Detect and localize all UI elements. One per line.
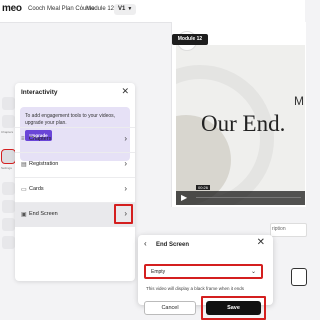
rail-label-settings: Settings [1, 166, 12, 170]
top-bar: meo Cooch Meal Plan Course / Module 12 V… [0, 0, 305, 23]
end-screen-select[interactable]: Empty ⌄ [144, 264, 263, 279]
rail-button-interactivity[interactable] [1, 149, 16, 164]
version-dropdown[interactable]: V1 ▼ [114, 4, 137, 15]
end-screen-title: End Screen [156, 242, 190, 248]
rail-button-6[interactable] [2, 200, 15, 213]
rail-button-7[interactable] [2, 218, 15, 231]
row-label: Chapters [29, 136, 52, 142]
description-field-text: ription [272, 226, 286, 232]
row-chapters[interactable]: ≡ Chapters › [15, 127, 135, 152]
save-button[interactable]: Save [206, 301, 261, 315]
cards-icon: ▭ [21, 187, 27, 193]
close-icon[interactable]: ✕ [121, 86, 129, 97]
video-title-line2: Our End. [201, 111, 286, 136]
row-label: End Screen [29, 211, 58, 217]
end-screen-panel: ‹ End Screen ✕ Empty ⌄ This video will d… [138, 235, 273, 320]
rail-button-8[interactable] [2, 236, 15, 249]
module-chip: Module 12 [172, 34, 208, 45]
help-text: This video will display a black frame wh… [146, 286, 245, 291]
time-badge: 00:26 [196, 185, 211, 190]
video-controls: ▶ 00:26 [176, 185, 305, 205]
chevron-right-icon: › [124, 159, 127, 168]
form-icon: ▤ [21, 162, 27, 168]
row-cards[interactable]: ▭ Cards › [15, 177, 135, 202]
select-value: Empty [151, 269, 166, 275]
rail-button-2[interactable] [2, 115, 15, 128]
chevron-right-icon: › [124, 134, 127, 143]
close-icon[interactable]: ✕ [257, 237, 265, 248]
app-logo[interactable]: meo [2, 3, 22, 14]
breadcrumb-course[interactable]: Cooch Meal Plan Course [28, 6, 95, 12]
breadcrumb-module[interactable]: Module 12 [86, 6, 114, 12]
back-icon[interactable]: ‹ [144, 239, 147, 248]
promo-text: To add engagement tools to your videos, … [25, 113, 116, 126]
video-title-line1: MO [294, 94, 305, 108]
rail-button-1[interactable] [2, 97, 15, 110]
interactivity-panel: Interactivity ✕ To add engagement tools … [15, 83, 135, 281]
chevron-down-icon: ▼ [127, 6, 133, 12]
play-icon[interactable]: ▶ [181, 193, 187, 202]
rail-label-chapters: Chapters [1, 130, 14, 134]
row-label: Cards [29, 186, 44, 192]
chevron-down-icon: ⌄ [250, 269, 256, 275]
video-player[interactable]: MO Our End. ▶ 00:26 [176, 45, 305, 205]
chevron-right-icon: › [124, 184, 127, 193]
progress-track[interactable] [196, 197, 301, 198]
list-icon: ≡ [21, 136, 25, 142]
cancel-button[interactable]: Cancel [144, 301, 196, 315]
row-label: Registration [29, 161, 59, 167]
side-button[interactable] [291, 268, 307, 286]
end-screen-icon: ▣ [21, 212, 27, 218]
row-end-screen[interactable]: ▣ End Screen › [15, 202, 135, 227]
panel-title: Interactivity [21, 89, 58, 96]
breadcrumb-separator: / [80, 5, 82, 12]
rail-button-5[interactable] [2, 182, 15, 195]
chevron-right-icon[interactable]: › [124, 209, 127, 218]
row-registration[interactable]: ▤ Registration › [15, 152, 135, 177]
